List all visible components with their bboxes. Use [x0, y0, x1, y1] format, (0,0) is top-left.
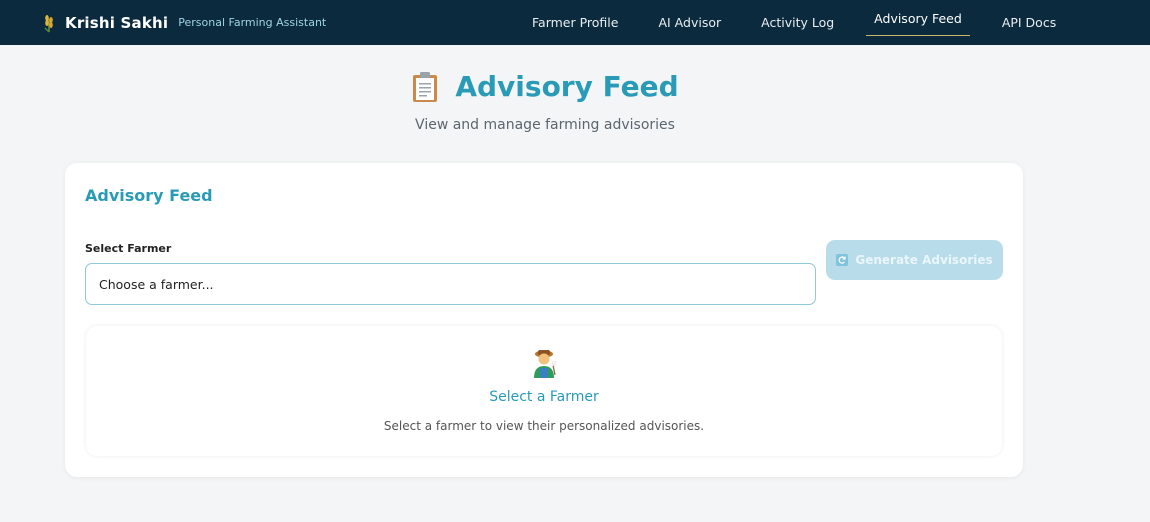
page-title: Advisory Feed	[455, 70, 679, 103]
clipboard-icon	[411, 71, 439, 103]
nav-link-api-docs[interactable]: API Docs	[982, 0, 1076, 45]
refresh-icon	[836, 254, 849, 266]
wheat-logo-icon	[40, 13, 58, 33]
nav-link-advisory-feed[interactable]: Advisory Feed	[854, 0, 982, 45]
card-title: Advisory Feed	[85, 186, 213, 205]
nav-link-farmer-profile[interactable]: Farmer Profile	[512, 0, 638, 45]
farmer-select[interactable]: Choose a farmer...	[85, 263, 816, 305]
select-farmer-label: Select Farmer	[85, 242, 172, 255]
page-title-row: Advisory Feed	[411, 70, 679, 103]
nav-link-ai-advisor[interactable]: AI Advisor	[638, 0, 741, 45]
brand[interactable]: Krishi Sakhi Personal Farming Assistant	[40, 0, 326, 45]
brand-name: Krishi Sakhi	[65, 13, 169, 32]
empty-state-text: Select a farmer to view their personaliz…	[383, 419, 705, 433]
top-navbar: Krishi Sakhi Personal Farming Assistant …	[0, 0, 1150, 45]
generate-advisories-label: Generate Advisories	[855, 253, 993, 267]
generate-advisories-button[interactable]: Generate Advisories	[826, 240, 1003, 280]
farmer-select-value: Choose a farmer...	[99, 276, 214, 292]
nav-links: Farmer Profile AI Advisor Activity Log A…	[512, 0, 1076, 45]
page-subtitle: View and manage farming advisories	[415, 116, 675, 133]
advisory-feed-card: Advisory Feed Select Farmer Choose a far…	[65, 163, 1023, 477]
nav-link-activity-log[interactable]: Activity Log	[741, 0, 854, 45]
brand-tagline: Personal Farming Assistant	[178, 16, 327, 29]
empty-state-panel: Select a Farmer Select a farmer to view …	[86, 326, 1002, 456]
page-header: Advisory Feed View and manage farming ad…	[0, 70, 1090, 133]
farmer-icon	[530, 347, 558, 379]
empty-state-title: Select a Farmer	[489, 389, 599, 405]
